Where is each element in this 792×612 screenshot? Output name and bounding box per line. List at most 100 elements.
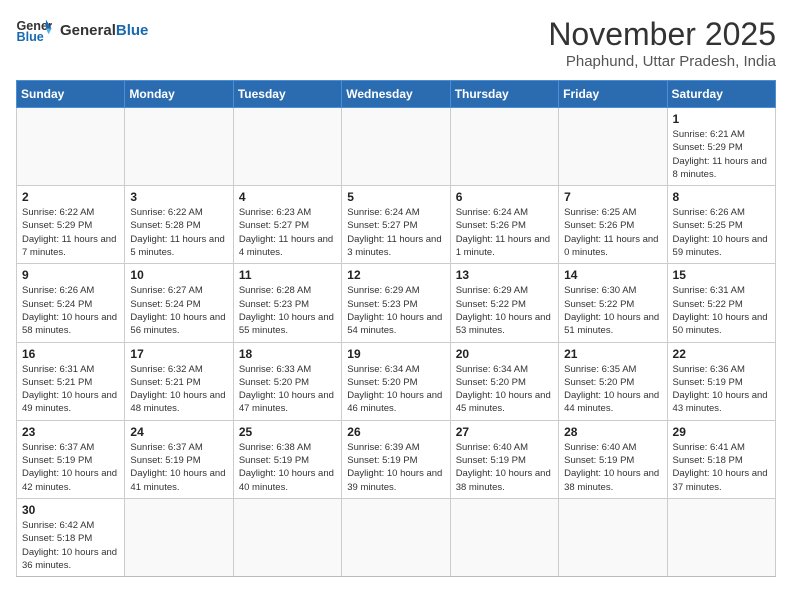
calendar-week-6: 30 Sunrise: 6:42 AM Sunset: 5:18 PM Dayli… (17, 498, 776, 576)
day-info: Sunrise: 6:40 AM Sunset: 5:19 PM Dayligh… (456, 441, 553, 494)
calendar-cell: 20 Sunrise: 6:34 AM Sunset: 5:20 PM Dayli… (450, 342, 558, 420)
calendar-cell: 8 Sunrise: 6:26 AM Sunset: 5:25 PM Daylig… (667, 186, 775, 264)
day-info: Sunrise: 6:24 AM Sunset: 5:26 PM Dayligh… (456, 206, 553, 259)
weekday-header-saturday: Saturday (667, 81, 775, 108)
location-subtitle: Phaphund, Uttar Pradesh, India (548, 53, 776, 70)
calendar-cell: 24 Sunrise: 6:37 AM Sunset: 5:19 PM Dayli… (125, 420, 233, 498)
calendar-week-4: 16Sunrise: 6:31 AM Sunset: 5:21 PM Dayli… (17, 342, 776, 420)
calendar-week-5: 23 Sunrise: 6:37 AM Sunset: 5:19 PM Dayli… (17, 420, 776, 498)
calendar-cell (450, 498, 558, 576)
weekday-header-row: SundayMondayTuesdayWednesdayThursdayFrid… (17, 81, 776, 108)
day-info: Sunrise: 6:28 AM Sunset: 5:23 PM Dayligh… (239, 284, 336, 337)
calendar-table: SundayMondayTuesdayWednesdayThursdayFrid… (16, 80, 776, 577)
day-number: 1 (673, 112, 770, 126)
day-number: 17 (130, 347, 227, 361)
calendar-cell (342, 498, 450, 576)
calendar-cell (667, 498, 775, 576)
day-info: Sunrise: 6:39 AM Sunset: 5:19 PM Dayligh… (347, 441, 444, 494)
day-info: Sunrise: 6:25 AM Sunset: 5:26 PM Dayligh… (564, 206, 661, 259)
calendar-cell (17, 108, 125, 186)
calendar-cell (233, 108, 341, 186)
day-info: Sunrise: 6:27 AM Sunset: 5:24 PM Dayligh… (130, 284, 227, 337)
day-number: 8 (673, 190, 770, 204)
day-number: 10 (130, 268, 227, 282)
day-info: Sunrise: 6:35 AM Sunset: 5:20 PM Dayligh… (564, 363, 661, 416)
day-info: Sunrise: 6:21 AM Sunset: 5:29 PM Dayligh… (673, 128, 770, 181)
day-info: Sunrise: 6:37 AM Sunset: 5:19 PM Dayligh… (130, 441, 227, 494)
day-number: 7 (564, 190, 661, 204)
svg-text:Blue: Blue (17, 30, 44, 44)
calendar-cell: 12 Sunrise: 6:29 AM Sunset: 5:23 PM Dayli… (342, 264, 450, 342)
calendar-cell: 4Sunrise: 6:23 AM Sunset: 5:27 PM Daylig… (233, 186, 341, 264)
day-info: Sunrise: 6:31 AM Sunset: 5:22 PM Dayligh… (673, 284, 770, 337)
calendar-week-3: 9Sunrise: 6:26 AM Sunset: 5:24 PM Daylig… (17, 264, 776, 342)
calendar-cell: 21 Sunrise: 6:35 AM Sunset: 5:20 PM Dayli… (559, 342, 667, 420)
calendar-cell: 5Sunrise: 6:24 AM Sunset: 5:27 PM Daylig… (342, 186, 450, 264)
day-info: Sunrise: 6:40 AM Sunset: 5:19 PM Dayligh… (564, 441, 661, 494)
day-number: 20 (456, 347, 553, 361)
calendar-cell: 22Sunrise: 6:36 AM Sunset: 5:19 PM Dayli… (667, 342, 775, 420)
calendar-cell: 29Sunrise: 6:41 AM Sunset: 5:18 PM Dayli… (667, 420, 775, 498)
calendar-cell (342, 108, 450, 186)
calendar-week-1: 1 Sunrise: 6:21 AM Sunset: 5:29 PM Daylig… (17, 108, 776, 186)
day-number: 19 (347, 347, 444, 361)
logo-text: GeneralBlue (60, 22, 148, 39)
day-info: Sunrise: 6:42 AM Sunset: 5:18 PM Dayligh… (22, 519, 119, 572)
day-info: Sunrise: 6:26 AM Sunset: 5:25 PM Dayligh… (673, 206, 770, 259)
day-info: Sunrise: 6:22 AM Sunset: 5:29 PM Dayligh… (22, 206, 119, 259)
day-number: 24 (130, 425, 227, 439)
calendar-cell: 17Sunrise: 6:32 AM Sunset: 5:21 PM Dayli… (125, 342, 233, 420)
day-number: 25 (239, 425, 336, 439)
calendar-cell: 2 Sunrise: 6:22 AM Sunset: 5:29 PM Daylig… (17, 186, 125, 264)
day-info: Sunrise: 6:30 AM Sunset: 5:22 PM Dayligh… (564, 284, 661, 337)
day-number: 15 (673, 268, 770, 282)
day-info: Sunrise: 6:33 AM Sunset: 5:20 PM Dayligh… (239, 363, 336, 416)
day-info: Sunrise: 6:34 AM Sunset: 5:20 PM Dayligh… (347, 363, 444, 416)
title-section: November 2025 Phaphund, Uttar Pradesh, I… (548, 16, 776, 70)
calendar-cell: 15 Sunrise: 6:31 AM Sunset: 5:22 PM Dayli… (667, 264, 775, 342)
day-number: 9 (22, 268, 119, 282)
day-number: 12 (347, 268, 444, 282)
calendar-cell: 7 Sunrise: 6:25 AM Sunset: 5:26 PM Daylig… (559, 186, 667, 264)
calendar-cell: 27 Sunrise: 6:40 AM Sunset: 5:19 PM Dayli… (450, 420, 558, 498)
calendar-cell (559, 498, 667, 576)
day-info: Sunrise: 6:22 AM Sunset: 5:28 PM Dayligh… (130, 206, 227, 259)
day-number: 30 (22, 503, 119, 517)
day-number: 2 (22, 190, 119, 204)
day-number: 4 (239, 190, 336, 204)
calendar-cell: 3Sunrise: 6:22 AM Sunset: 5:28 PM Daylig… (125, 186, 233, 264)
calendar-cell (450, 108, 558, 186)
day-number: 13 (456, 268, 553, 282)
calendar-cell (233, 498, 341, 576)
day-info: Sunrise: 6:34 AM Sunset: 5:20 PM Dayligh… (456, 363, 553, 416)
calendar-cell: 1 Sunrise: 6:21 AM Sunset: 5:29 PM Daylig… (667, 108, 775, 186)
day-info: Sunrise: 6:29 AM Sunset: 5:23 PM Dayligh… (347, 284, 444, 337)
day-info: Sunrise: 6:38 AM Sunset: 5:19 PM Dayligh… (239, 441, 336, 494)
calendar-cell (559, 108, 667, 186)
weekday-header-thursday: Thursday (450, 81, 558, 108)
day-info: Sunrise: 6:24 AM Sunset: 5:27 PM Dayligh… (347, 206, 444, 259)
day-number: 23 (22, 425, 119, 439)
calendar-cell: 28Sunrise: 6:40 AM Sunset: 5:19 PM Dayli… (559, 420, 667, 498)
calendar-cell: 19 Sunrise: 6:34 AM Sunset: 5:20 PM Dayli… (342, 342, 450, 420)
calendar-cell: 23Sunrise: 6:37 AM Sunset: 5:19 PM Dayli… (17, 420, 125, 498)
day-number: 11 (239, 268, 336, 282)
weekday-header-wednesday: Wednesday (342, 81, 450, 108)
weekday-header-tuesday: Tuesday (233, 81, 341, 108)
calendar-cell: 10 Sunrise: 6:27 AM Sunset: 5:24 PM Dayli… (125, 264, 233, 342)
day-number: 21 (564, 347, 661, 361)
calendar-cell: 11 Sunrise: 6:28 AM Sunset: 5:23 PM Dayli… (233, 264, 341, 342)
weekday-header-friday: Friday (559, 81, 667, 108)
logo-icon: General Blue (16, 16, 52, 44)
calendar-cell: 26 Sunrise: 6:39 AM Sunset: 5:19 PM Dayli… (342, 420, 450, 498)
day-number: 27 (456, 425, 553, 439)
page-header: General Blue GeneralBlue November 2025 P… (16, 16, 776, 70)
calendar-cell: 6Sunrise: 6:24 AM Sunset: 5:26 PM Daylig… (450, 186, 558, 264)
day-number: 18 (239, 347, 336, 361)
day-info: Sunrise: 6:31 AM Sunset: 5:21 PM Dayligh… (22, 363, 119, 416)
calendar-cell: 25 Sunrise: 6:38 AM Sunset: 5:19 PM Dayli… (233, 420, 341, 498)
logo: General Blue GeneralBlue (16, 16, 148, 44)
calendar-cell: 16Sunrise: 6:31 AM Sunset: 5:21 PM Dayli… (17, 342, 125, 420)
calendar-cell: 30 Sunrise: 6:42 AM Sunset: 5:18 PM Dayli… (17, 498, 125, 576)
day-number: 26 (347, 425, 444, 439)
